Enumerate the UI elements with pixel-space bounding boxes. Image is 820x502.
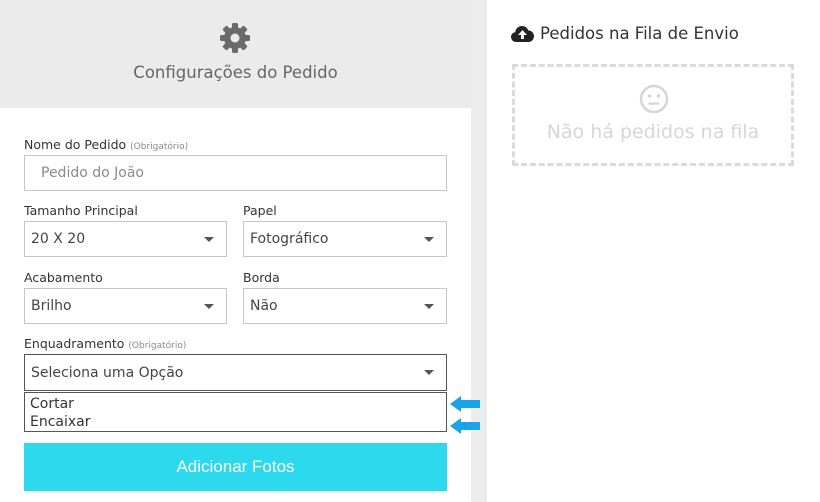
queue-title: Pedidos na Fila de Envio: [511, 24, 739, 43]
chevron-down-icon: [204, 304, 214, 309]
arrow-left-icon: [450, 396, 480, 412]
config-title: Configurações do Pedido: [133, 63, 338, 82]
queue-title-text: Pedidos na Fila de Envio: [540, 24, 739, 43]
order-config-panel: Configurações do Pedido Nome do Pedido (…: [0, 0, 480, 502]
arrow-left-icon: [450, 418, 480, 434]
option-encaixar[interactable]: Encaixar: [25, 413, 446, 431]
chevron-down-icon: [204, 237, 214, 242]
gear-icon: [220, 23, 250, 53]
chevron-down-icon: [424, 304, 434, 309]
config-header: Configurações do Pedido: [0, 0, 471, 108]
border-label: Borda: [243, 270, 280, 285]
order-name-input[interactable]: Pedido do João: [24, 155, 447, 191]
chevron-down-icon: [424, 237, 434, 242]
option-cortar[interactable]: Cortar: [25, 395, 446, 413]
paper-label: Papel: [243, 203, 277, 218]
order-name-label: Nome do Pedido (Obrigatório): [24, 137, 189, 152]
empty-queue-box: Não há pedidos na fila: [512, 64, 794, 166]
framing-select[interactable]: Seleciona uma Opção: [24, 354, 447, 391]
main-size-select[interactable]: 20 X 20: [24, 221, 227, 257]
chevron-down-icon: [424, 370, 434, 375]
border-select[interactable]: Não: [243, 288, 447, 324]
framing-label: Enquadramento (Obrigatório): [24, 336, 187, 351]
queue-panel: Pedidos na Fila de Envio Não há pedidos …: [487, 0, 820, 502]
finish-select[interactable]: Brilho: [24, 288, 227, 324]
cloud-upload-icon: [511, 25, 534, 42]
framing-options-list: Cortar Encaixar: [24, 392, 447, 432]
empty-queue-text: Não há pedidos na fila: [546, 121, 760, 143]
neutral-face-icon: [639, 84, 669, 114]
paper-select[interactable]: Fotográfico: [243, 221, 447, 257]
main-size-label: Tamanho Principal: [24, 203, 138, 218]
add-photos-button[interactable]: Adicionar Fotos: [24, 443, 447, 491]
finish-label: Acabamento: [24, 270, 103, 285]
